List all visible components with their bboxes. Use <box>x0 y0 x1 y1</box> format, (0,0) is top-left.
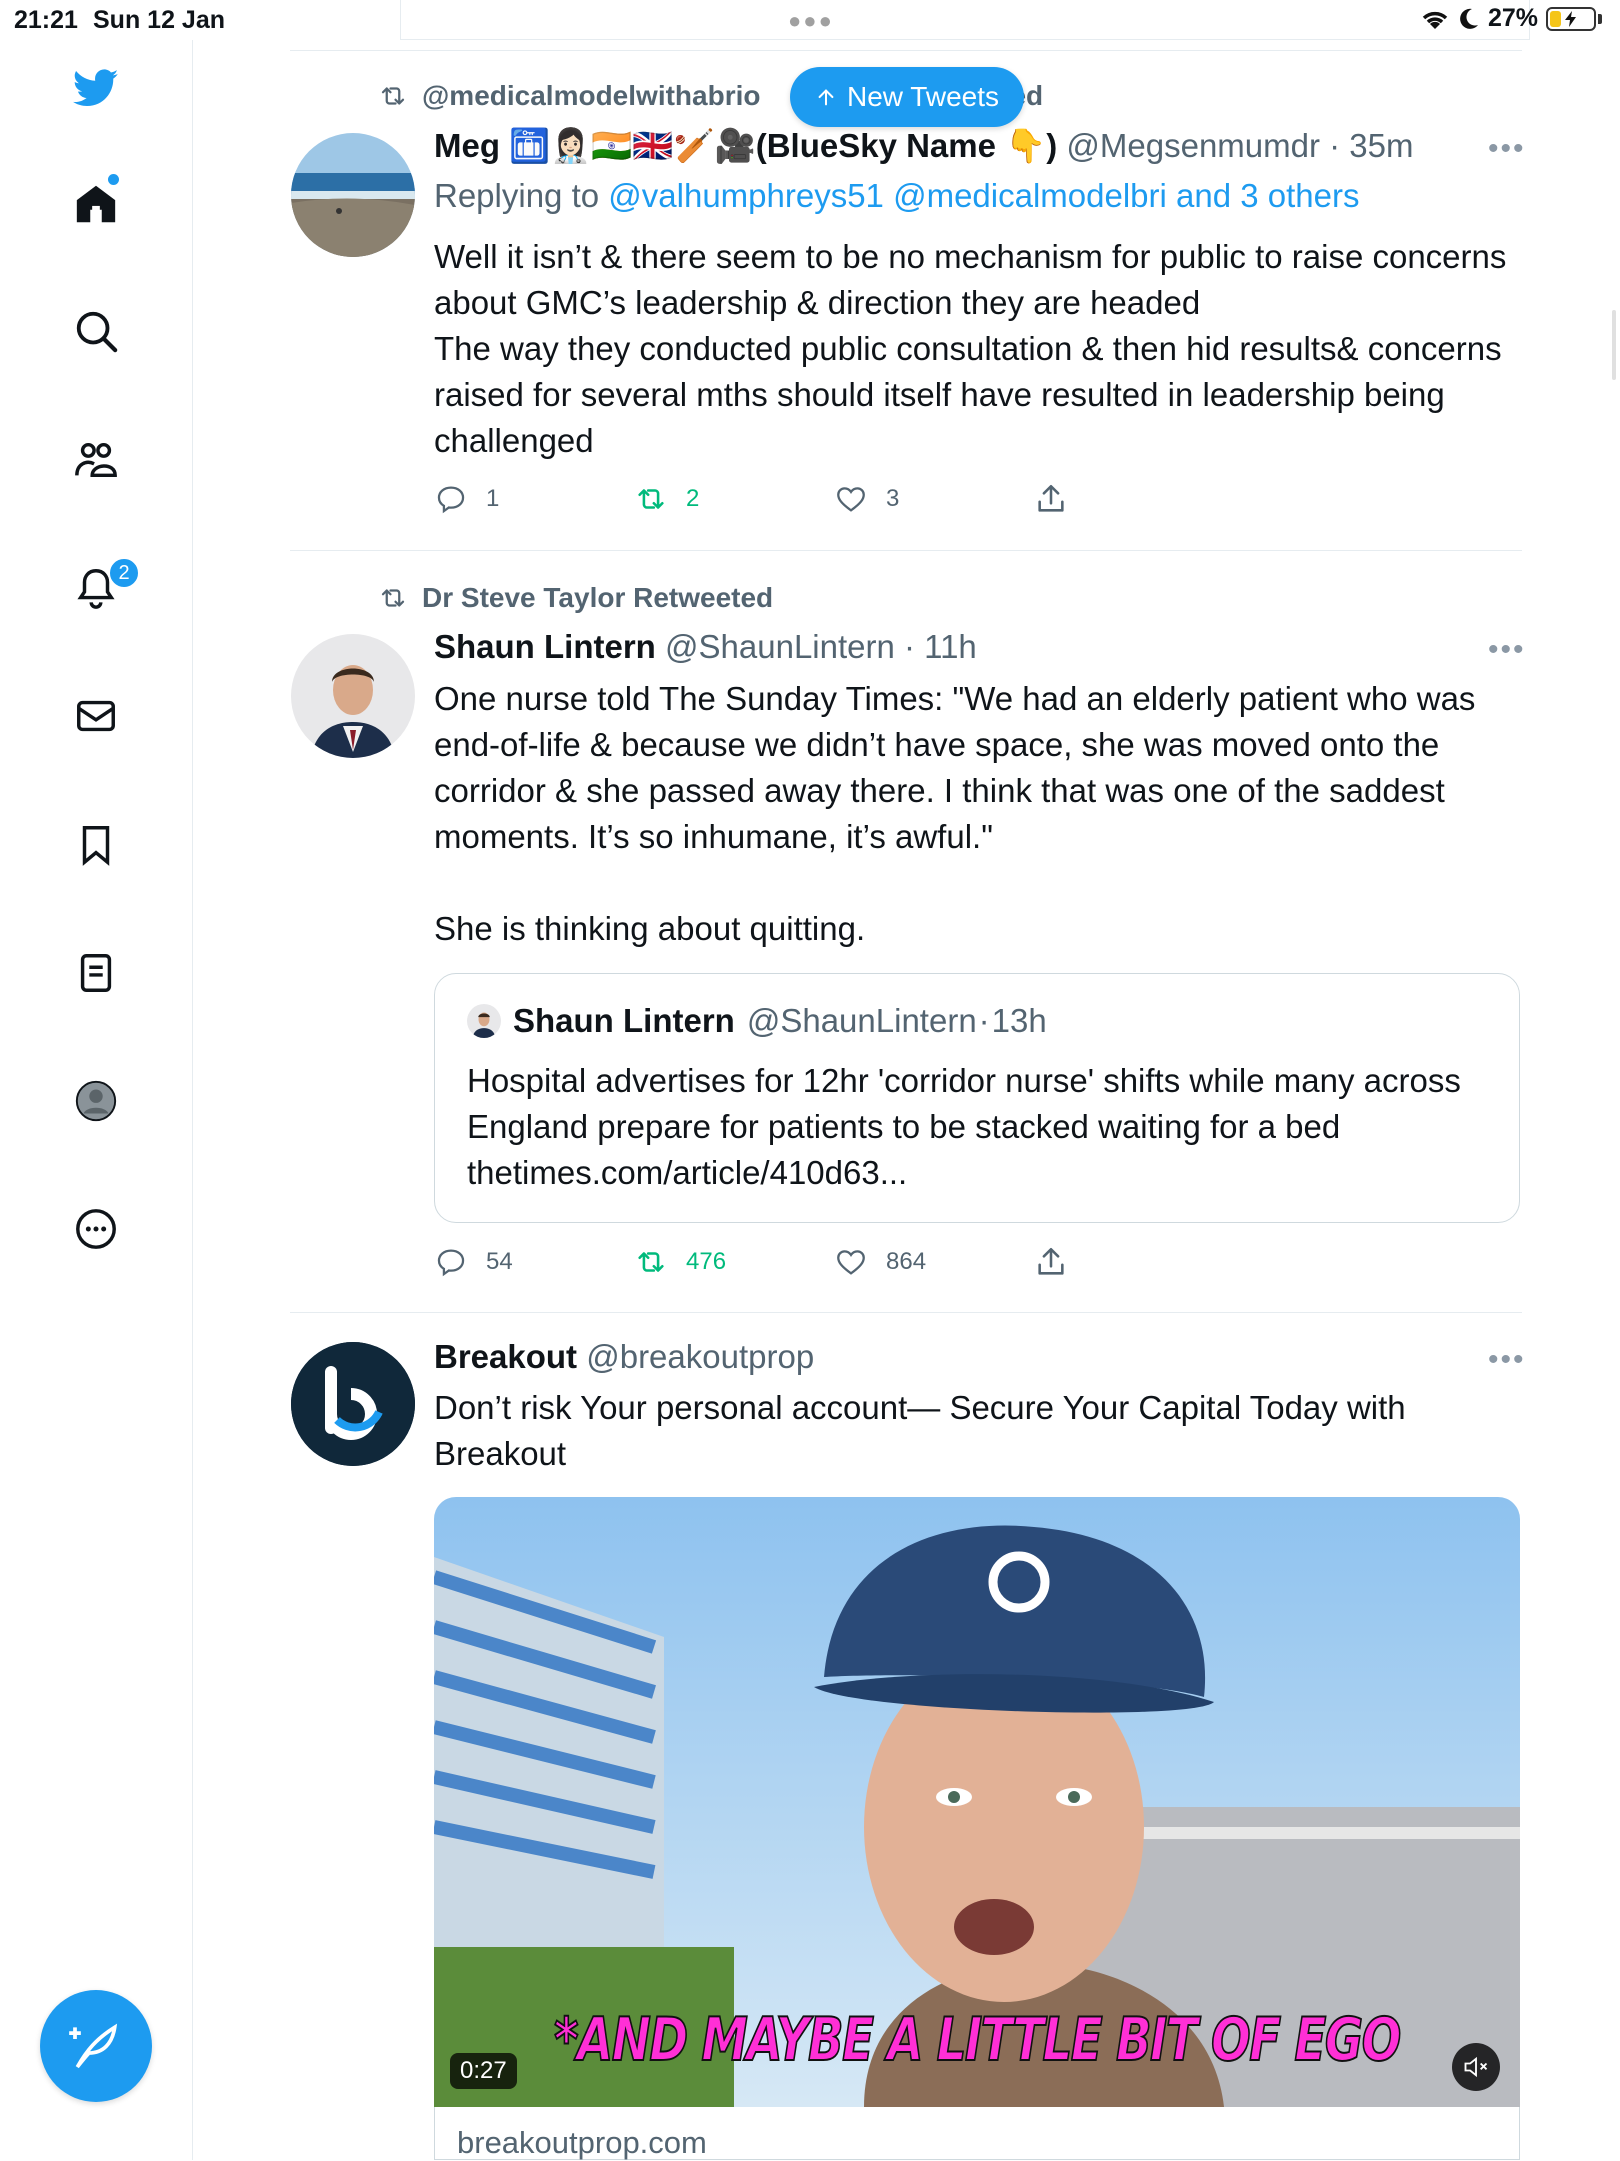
scrollbar[interactable] <box>1612 310 1616 380</box>
more-icon[interactable] <box>68 1201 124 1257</box>
multitasking-dots-icon[interactable]: ●●● <box>788 8 834 34</box>
reply-count: 54 <box>486 1248 513 1275</box>
battery-icon <box>1546 6 1596 31</box>
quoted-tweet-header: Shaun Lintern @ShaunLintern · 13h <box>467 1002 1047 1040</box>
like-button[interactable]: 864 <box>834 1245 1034 1279</box>
quoted-author-name: Shaun Lintern <box>513 1002 735 1039</box>
moon-icon <box>1460 8 1478 29</box>
reply-icon <box>437 486 465 514</box>
share-icon <box>1038 484 1064 512</box>
messages-icon[interactable] <box>68 688 124 744</box>
tweet-2-more-icon[interactable]: ••• <box>1488 633 1526 667</box>
tweet-2-text: One nurse told The Sunday Times: "We had… <box>434 680 1476 947</box>
share-button[interactable] <box>1034 1245 1234 1279</box>
tweet-2-context: Dr Steve Taylor Retweeted <box>376 582 773 614</box>
tweet-1-context-text[interactable]: @medicalmodelwithabrio <box>422 80 760 112</box>
tweet-1-header: Meg 🛅👩🏻‍⚕️🇮🇳🇬🇧🏏🎥(BlueSky Name 👇) @Megsen… <box>434 127 1414 164</box>
tweet-2-author-name[interactable]: Shaun Lintern <box>434 628 656 665</box>
retweet-icon <box>381 87 405 105</box>
tweet-3-avatar[interactable] <box>291 1342 415 1466</box>
quoted-tweet-avatar <box>467 1004 501 1038</box>
retweet-button[interactable]: 476 <box>634 1245 834 1279</box>
tweet-1-more-icon[interactable]: ••• <box>1488 132 1526 166</box>
mute-button[interactable] <box>1452 2043 1500 2091</box>
tweet-1-handle[interactable]: @Megsenmumdr <box>1066 127 1320 164</box>
tweet-2-time[interactable]: 11h <box>924 628 977 665</box>
top-tab-strip <box>400 0 1530 40</box>
heart-icon <box>837 487 865 512</box>
quoted-tweet[interactable]: Shaun Lintern @ShaunLintern · 13h Hospit… <box>434 973 1520 1223</box>
battery-percent: 27% <box>1487 4 1538 32</box>
share-icon <box>1038 1247 1064 1275</box>
retweet-count: 2 <box>686 485 700 512</box>
lists-icon[interactable] <box>68 945 124 1001</box>
compose-icon <box>69 2023 118 2069</box>
tweet-3-handle[interactable]: @breakoutprop <box>586 1338 814 1375</box>
charging-bolt-icon <box>1565 10 1576 27</box>
heart-icon <box>837 1250 865 1275</box>
battery-fill <box>1550 10 1561 27</box>
like-count: 3 <box>886 485 900 512</box>
tweet-1-actions: 1 2 3 <box>434 482 1234 516</box>
video-caption: *AND MAYBE A LITTLE BIT OF EGO <box>553 2004 1402 2076</box>
new-tweets-button[interactable]: New Tweets <box>790 67 1024 127</box>
link-card-domain[interactable]: breakoutprop.com <box>434 2107 1520 2160</box>
tweet-2-header: Shaun Lintern @ShaunLintern · 11h <box>434 628 977 665</box>
tweet-3-video[interactable]: *AND MAYBE A LITTLE BIT OF EGO 0:27 <box>434 1497 1520 2107</box>
twitter-logo-icon[interactable] <box>68 60 124 116</box>
reply-count: 1 <box>486 485 500 512</box>
tweet-1-author-name[interactable]: Meg 🛅👩🏻‍⚕️🇮🇳🇬🇧🏏🎥(BlueSky Name 👇) <box>434 127 1057 164</box>
tweet-1-time[interactable]: 35m <box>1349 127 1413 164</box>
tweet-divider <box>290 1312 1522 1313</box>
tweet-2-handle[interactable]: @ShaunLintern <box>665 628 895 665</box>
tweet-1-replying: Replying to @valhumphreys51 @medicalmode… <box>434 177 1359 215</box>
like-button[interactable]: 3 <box>834 482 1034 516</box>
status-bar: 21:21 Sun 12 Jan ●●● 27% <box>0 0 1620 40</box>
card-domain-text: breakoutprop.com <box>457 2125 707 2160</box>
status-time: 21:21 <box>14 6 78 34</box>
reply-button[interactable]: 54 <box>434 1245 634 1279</box>
search-icon[interactable] <box>68 303 124 359</box>
tweet-divider <box>290 550 1522 551</box>
home-unread-dot <box>108 174 119 185</box>
arrow-up-icon <box>818 89 834 106</box>
feed-divider <box>290 50 1522 51</box>
tweet-3-author-name[interactable]: Breakout <box>434 1338 577 1375</box>
like-count: 864 <box>886 1248 927 1275</box>
status-right-cluster: 27% <box>1420 4 1602 33</box>
tweet-2-context-text[interactable]: Dr Steve Taylor Retweeted <box>422 582 773 614</box>
communities-icon[interactable] <box>68 432 124 488</box>
profile-icon[interactable] <box>68 1073 124 1129</box>
retweet-count: 476 <box>686 1248 727 1275</box>
muted-speaker-icon <box>1464 2056 1488 2078</box>
tweet-2-actions: 54 476 864 <box>434 1245 1234 1279</box>
quoted-tweet-text: Hospital advertises for 12hr 'corridor n… <box>467 1062 1461 1191</box>
quoted-handle: @ShaunLintern <box>746 1002 977 1039</box>
replying-to-links[interactable]: @valhumphreys51 @medicalmodelbri and 3 o… <box>608 177 1359 214</box>
battery-tip <box>1598 13 1602 24</box>
video-duration: 0:27 <box>450 2053 517 2089</box>
tweet-1-text: Well it isn’t & there seem to be no mech… <box>434 238 1507 459</box>
wifi-icon <box>1422 11 1448 29</box>
retweet-icon <box>638 1252 664 1272</box>
notifications-badge: 2 <box>108 557 140 589</box>
tweet-3-header: Breakout @breakoutprop <box>434 1338 814 1376</box>
retweet-button[interactable]: 2 <box>634 482 834 516</box>
retweet-icon <box>638 489 664 509</box>
tweet-3-text: Don’t risk Your personal account— Secure… <box>434 1389 1415 1472</box>
retweet-icon <box>381 589 405 607</box>
tweet-2-avatar[interactable] <box>291 634 415 758</box>
tweet-3-more-icon[interactable]: ••• <box>1488 1343 1526 1377</box>
share-button[interactable] <box>1034 482 1234 516</box>
bookmark-icon[interactable] <box>68 817 124 873</box>
replying-prefix: Replying to <box>434 177 600 214</box>
status-date: Sun 12 Jan <box>93 6 225 34</box>
new-tweets-label: New Tweets <box>847 81 999 112</box>
compose-tweet-button[interactable] <box>40 1990 152 2102</box>
quoted-time: 13h <box>991 1002 1047 1039</box>
reply-button[interactable]: 1 <box>434 482 634 516</box>
reply-icon <box>437 1249 465 1277</box>
tweet-1-avatar[interactable] <box>291 133 415 257</box>
